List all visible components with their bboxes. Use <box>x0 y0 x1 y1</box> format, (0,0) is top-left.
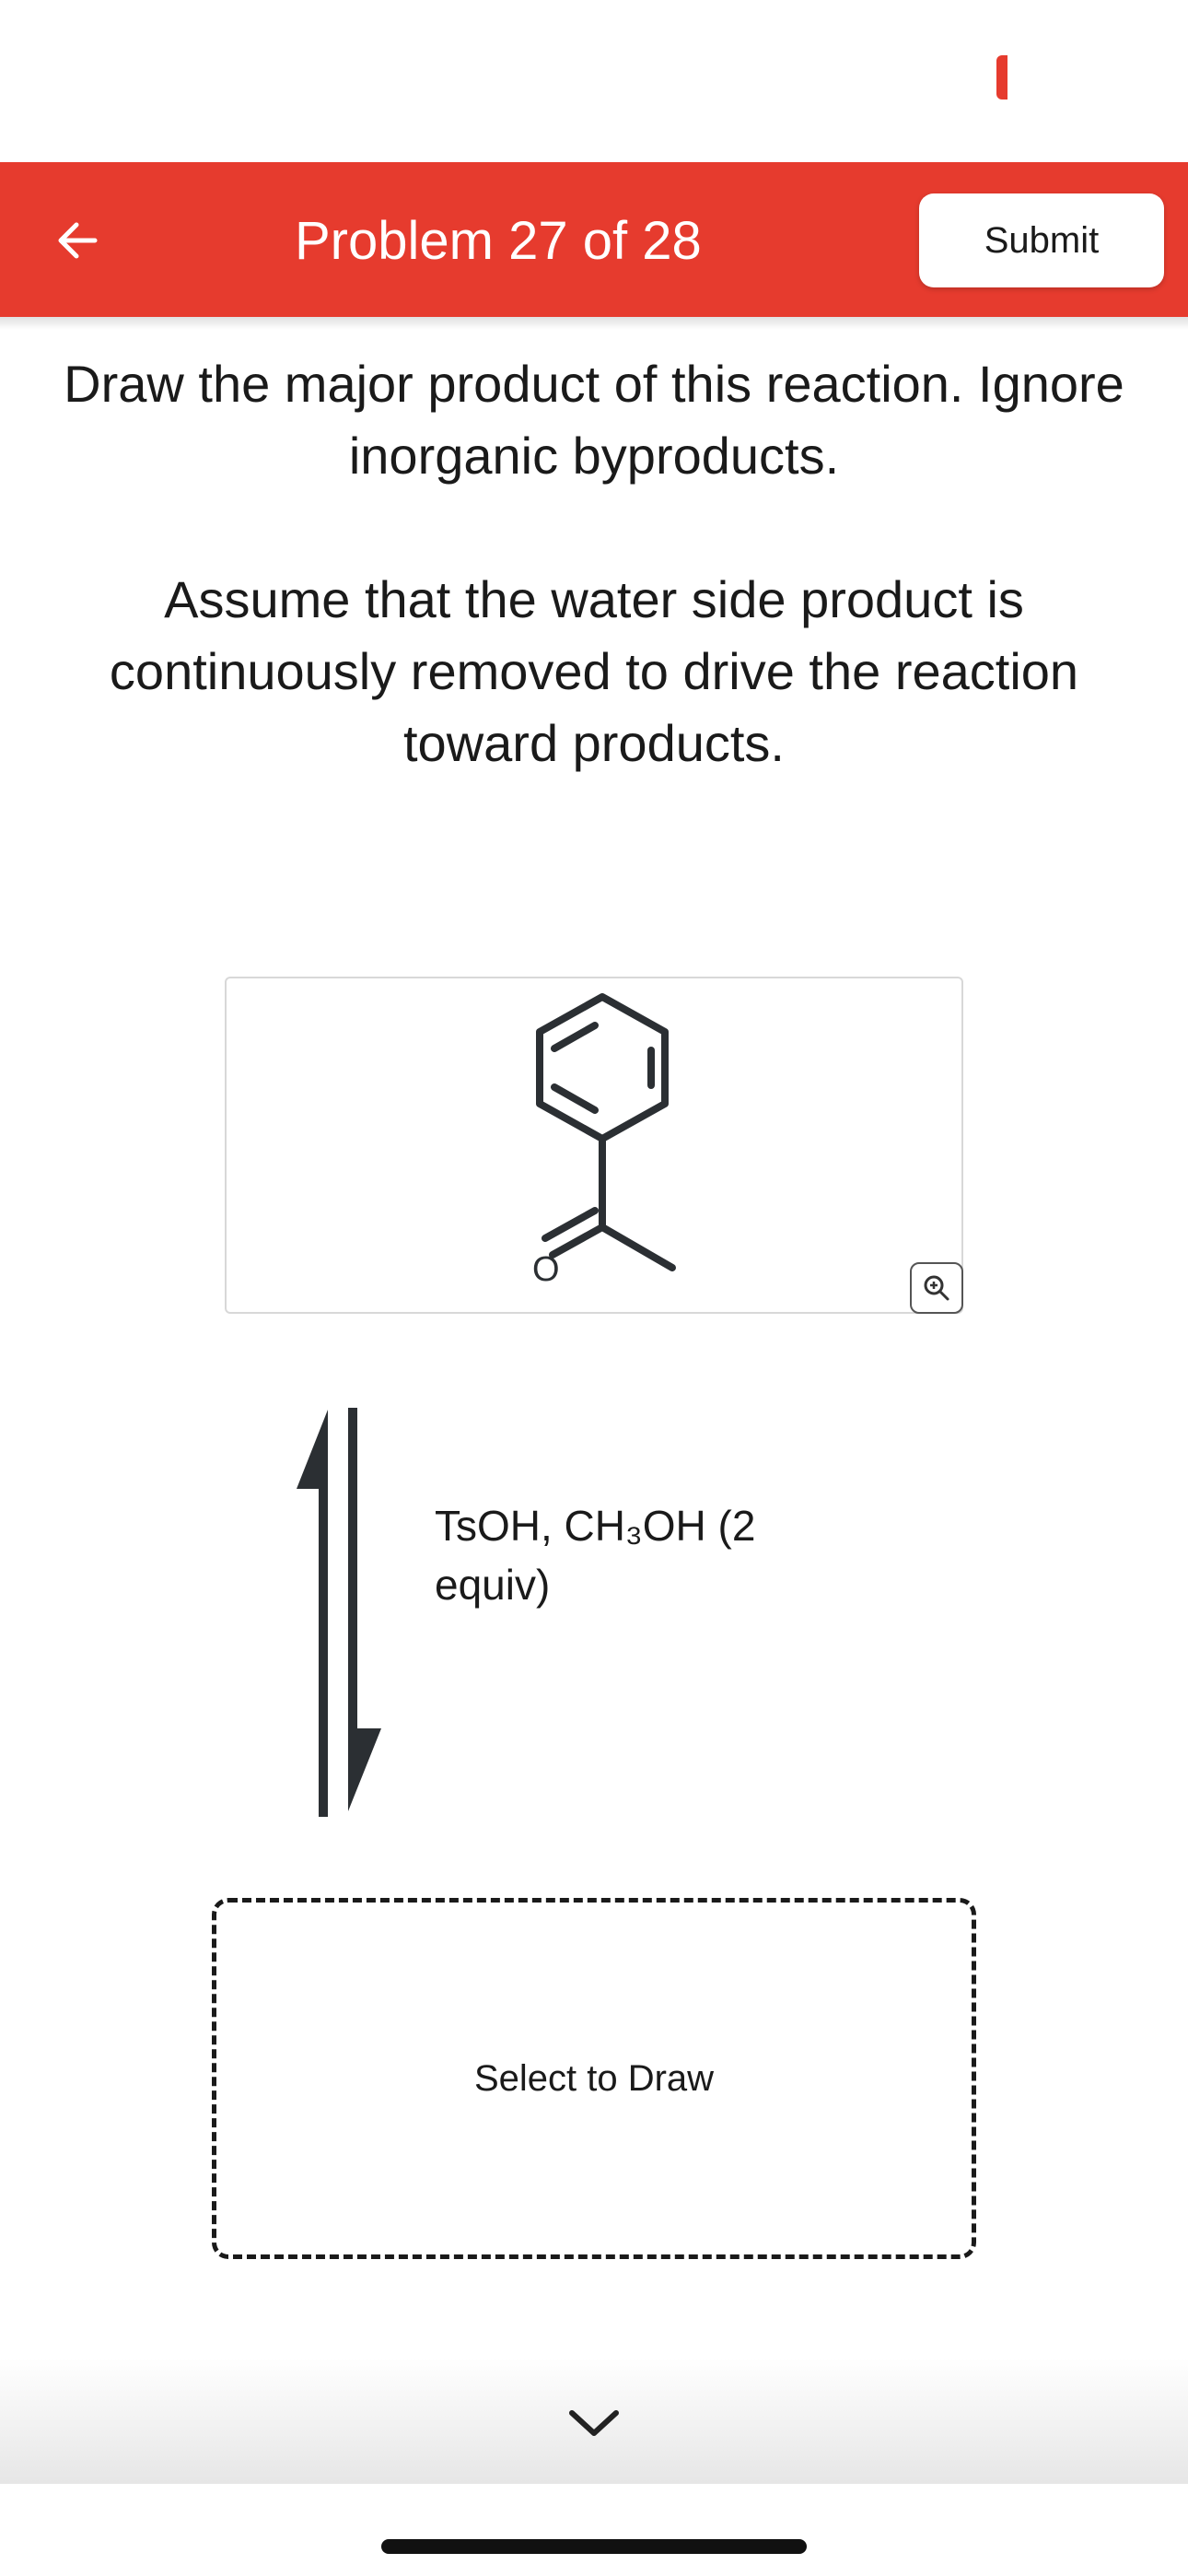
draw-placeholder-label: Select to Draw <box>473 2057 715 2099</box>
battery-icon <box>996 55 1007 100</box>
header-shadow <box>0 317 1188 330</box>
home-indicator[interactable] <box>381 2539 807 2554</box>
zoom-in-icon <box>924 1275 949 1301</box>
problem-screen: Problem 27 of 28 Submit Draw the major p… <box>0 0 1188 2576</box>
back-button[interactable] <box>37 199 120 282</box>
acetophenone-structure: O <box>532 993 676 1289</box>
page-title: Problem 27 of 28 <box>295 211 702 271</box>
question-instruction: Draw the major product of this reaction.… <box>64 355 1124 485</box>
reagents-label: TsOH, CH₃OH (2 equiv) <box>435 1502 756 1609</box>
status-bar <box>0 0 1188 162</box>
zoom-button[interactable] <box>910 1262 963 1314</box>
question-note: Assume that the water side product is co… <box>109 570 1079 772</box>
product-draw-area[interactable]: Select to Draw <box>212 1898 976 2259</box>
chevron-down-icon <box>569 2410 619 2436</box>
expand-chevron-button[interactable] <box>557 2395 631 2451</box>
back-arrow-icon <box>58 222 98 259</box>
oxygen-atom-label: O <box>532 1250 560 1289</box>
equilibrium-arrow-icon <box>297 1408 381 1817</box>
header-bar: Problem 27 of 28 Submit <box>0 162 1188 317</box>
submit-button[interactable]: Submit <box>919 193 1164 287</box>
reactant-structure-panel: O <box>225 977 963 1314</box>
